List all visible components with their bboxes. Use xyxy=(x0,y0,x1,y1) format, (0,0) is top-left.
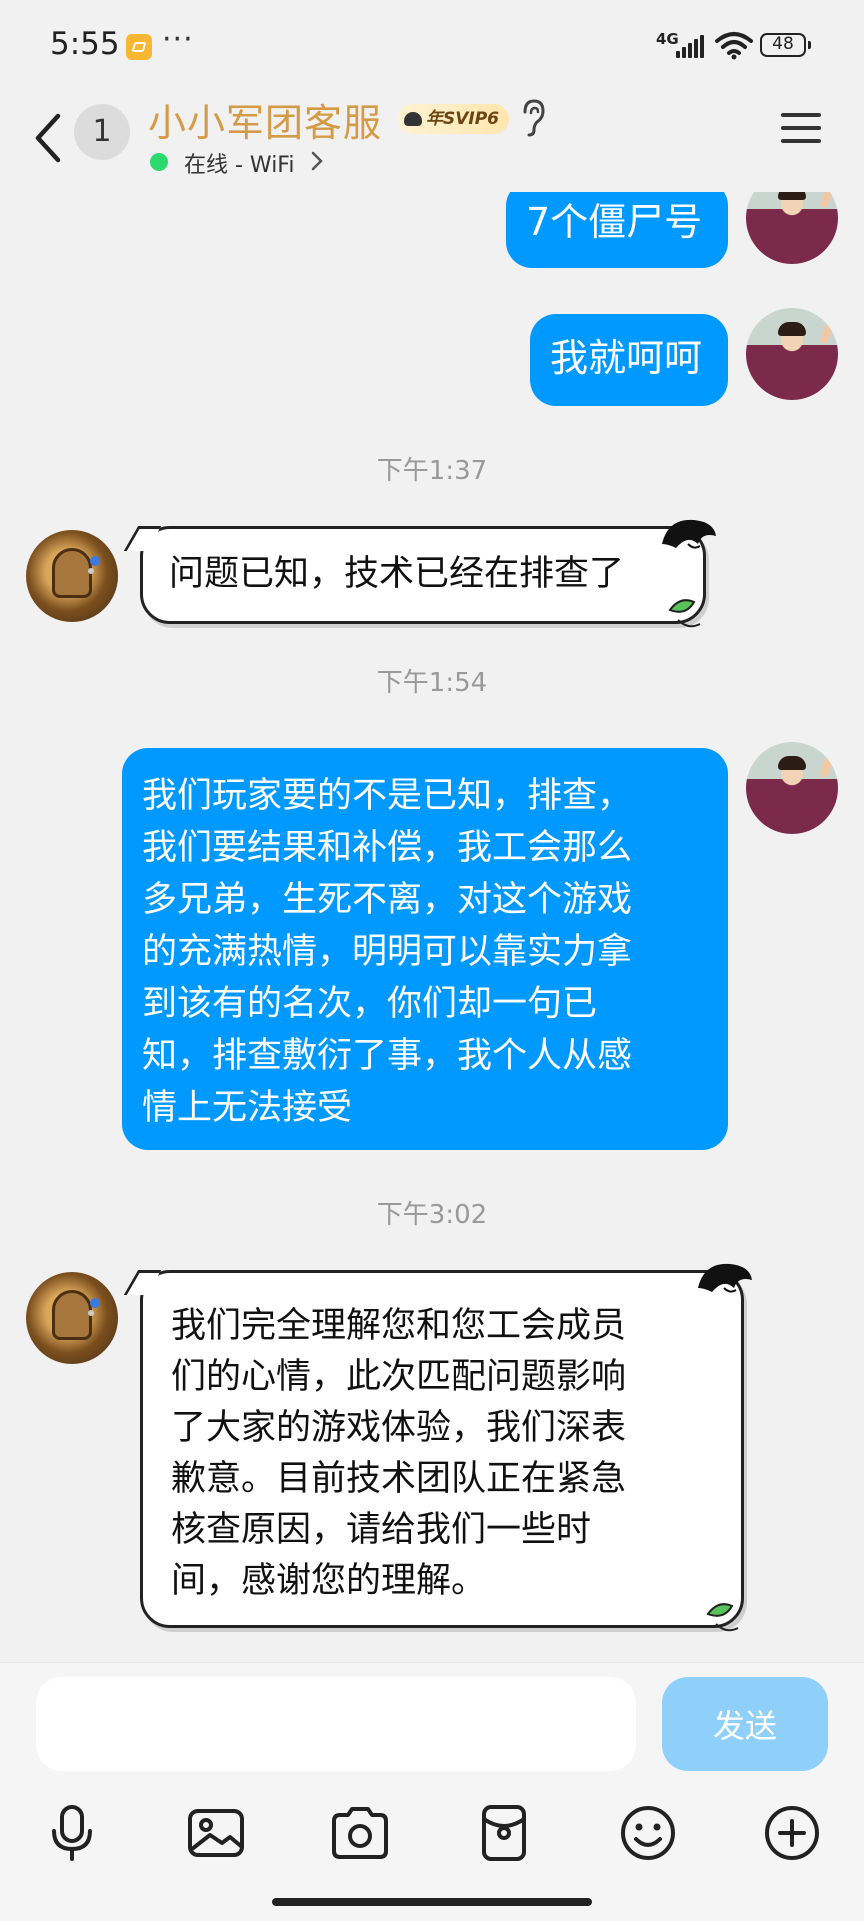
message-bubble-received[interactable]: 问题已知，技术已经在排查了 xyxy=(123,526,706,624)
unread-count-badge[interactable]: 1 xyxy=(74,104,130,160)
bubble-tail xyxy=(123,526,162,551)
message-bubble-sent[interactable]: 7个僵尸号 xyxy=(506,180,728,268)
message-timestamp: 下午1:37 xyxy=(376,456,488,486)
message-bubble-sent[interactable]: 我们玩家要的不是已知，排查， 我们要结果和补偿，我工会那么 多兄弟，生死不离，对… xyxy=(122,748,728,1150)
online-status[interactable]: 在线 - WiFi xyxy=(184,147,294,179)
chat-header: 1 小小军团客服 年SVIP6 在线 - WiFi xyxy=(0,92,864,192)
message-line: 们的心情，此次匹配问题影响 xyxy=(171,1357,627,1397)
message-line: 我们玩家要的不是已知，排查， xyxy=(142,776,633,816)
message-list[interactable]: 7个僵尸号 我就呵呵 下午1:37 问题已知，技术已经在排查了 下午1:54 我… xyxy=(0,0,864,1660)
bubble-hair-decoration-icon xyxy=(662,519,716,549)
message-timestamp: 下午3:02 xyxy=(376,1200,488,1230)
send-button[interactable]: 发送 xyxy=(662,1677,828,1771)
vip-badge[interactable]: 年SVIP6 xyxy=(398,104,510,134)
vip-hat-icon xyxy=(404,112,422,126)
message-input[interactable] xyxy=(36,1677,636,1771)
bubble-hair-decoration-icon xyxy=(698,1263,752,1293)
chevron-right-icon[interactable] xyxy=(310,150,324,172)
red-packet-icon[interactable] xyxy=(472,1801,536,1865)
message-line: 情上无法接受 xyxy=(142,1088,353,1128)
message-text: 我就呵呵 xyxy=(550,336,703,380)
vip-badge-label: 年SVIP6 xyxy=(426,109,500,129)
message-text: 7个僵尸号 xyxy=(526,200,703,244)
message-line: 到该有的名次，你们却一句已 xyxy=(142,984,598,1024)
online-indicator xyxy=(150,153,168,171)
avatar-customer-service[interactable] xyxy=(26,530,118,622)
avatar-self[interactable] xyxy=(746,742,838,834)
message-line: 多兄弟，生死不离，对这个游戏 xyxy=(142,880,633,920)
menu-icon[interactable] xyxy=(780,110,822,146)
bubble-leaf-decoration-icon xyxy=(706,1603,739,1632)
message-text: 问题已知，技术已经在排查了 xyxy=(169,554,625,594)
message-line: 我们完全理解您和您工会成员 xyxy=(171,1306,627,1346)
back-arrow-icon[interactable] xyxy=(30,108,66,168)
message-line: 核查原因，请给我们一些时 xyxy=(171,1510,592,1550)
message-bubble-received[interactable]: 我们完全理解您和您工会成员 们的心情，此次匹配问题影响 了大家的游戏体验，我们深… xyxy=(123,1270,744,1628)
home-indicator[interactable] xyxy=(272,1898,592,1906)
bubble-leaf-decoration-icon xyxy=(668,599,701,628)
contact-name[interactable]: 小小军团客服 xyxy=(148,92,382,147)
ear-icon[interactable] xyxy=(518,98,548,138)
image-icon[interactable] xyxy=(184,1801,248,1865)
message-line: 我们要结果和补偿，我工会那么 xyxy=(142,828,633,868)
avatar-self[interactable] xyxy=(746,308,838,400)
message-line: 了大家的游戏体验，我们深表 xyxy=(171,1408,627,1448)
microphone-icon[interactable] xyxy=(40,1801,104,1865)
message-line: 间，感谢您的理解。 xyxy=(171,1561,487,1601)
camera-icon[interactable] xyxy=(328,1801,392,1865)
message-bubble-sent[interactable]: 我就呵呵 xyxy=(530,314,728,406)
bubble-tail xyxy=(123,1270,162,1295)
message-line: 的充满热情，明明可以靠实力拿 xyxy=(142,932,633,972)
message-line: 歉意。目前技术团队正在紧急 xyxy=(171,1459,627,1499)
message-line: 知，排查敷衍了事，我个人从感 xyxy=(142,1036,633,1076)
input-area: 发送 xyxy=(0,1662,864,1921)
message-timestamp: 下午1:54 xyxy=(376,668,488,698)
emoji-icon[interactable] xyxy=(616,1801,680,1865)
avatar-customer-service[interactable] xyxy=(26,1272,118,1364)
plus-icon[interactable] xyxy=(760,1801,824,1865)
